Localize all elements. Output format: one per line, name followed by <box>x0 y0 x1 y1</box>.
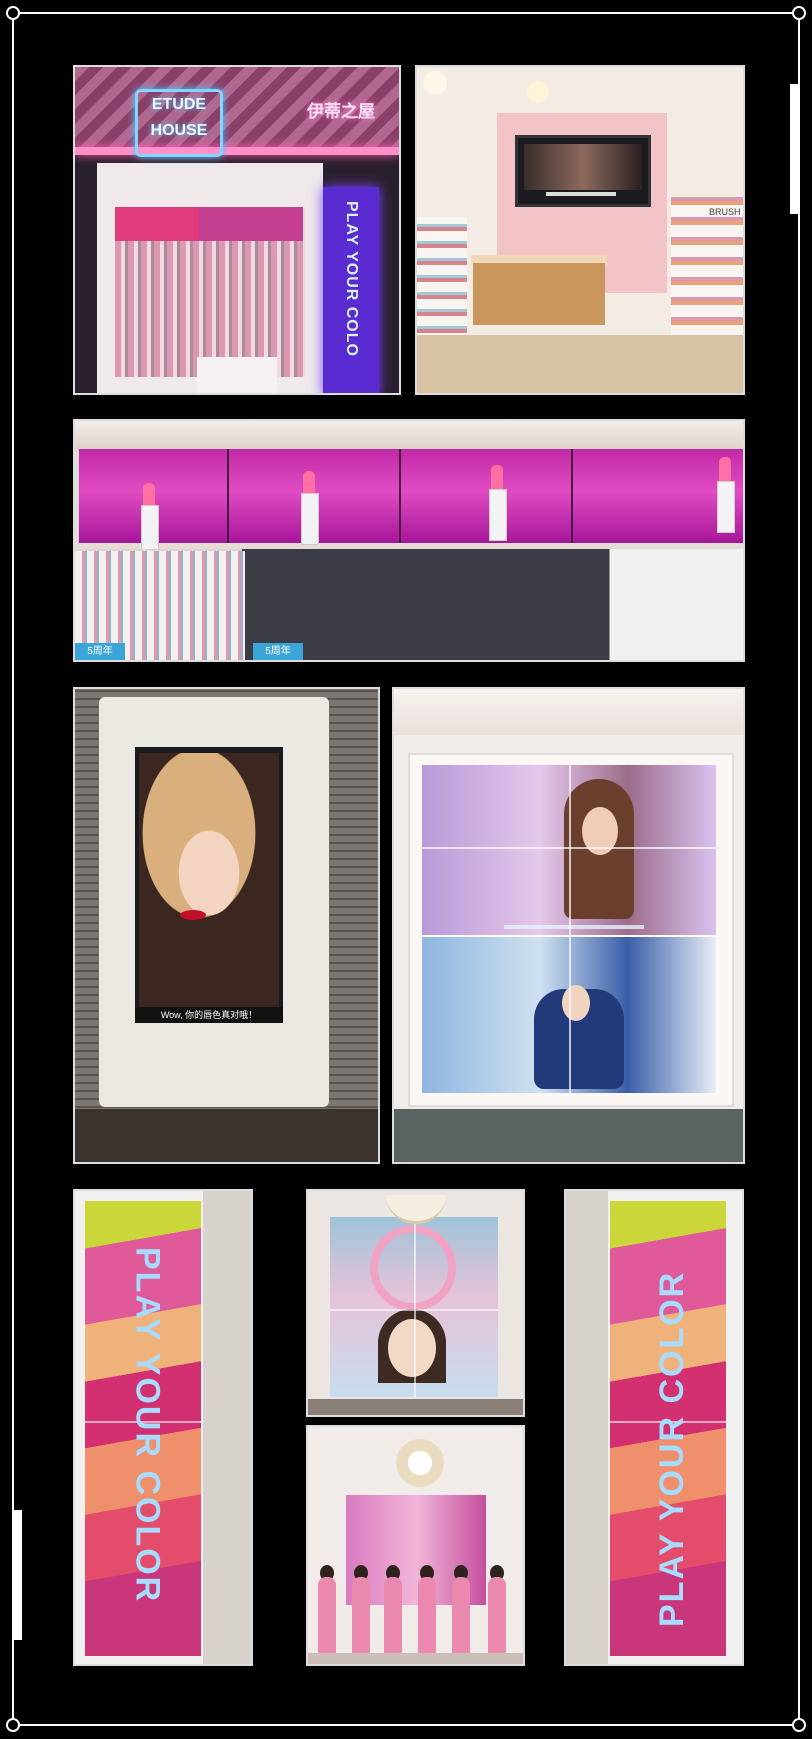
storefront-photo: ETUDE HOUSE 伊蒂之屋 PLAY YOUR COLO <box>73 65 401 395</box>
pendant-lamp <box>527 81 549 103</box>
staff-member-4 <box>418 1577 436 1657</box>
column-text-wrap: PLAY YOUR COLOR <box>652 1247 692 1627</box>
ceiling <box>75 421 743 451</box>
color-column-right-photo: PLAY YOUR COLOR <box>564 1189 744 1666</box>
red-lips <box>180 910 206 920</box>
panel-seam-vertical <box>414 1217 416 1397</box>
play-your-color-text: PLAY YOUR COLOR <box>128 1247 167 1604</box>
staff-member-2 <box>352 1577 370 1657</box>
anniversary-banner-left: 5周年 <box>75 643 125 660</box>
frame-bottom-line <box>18 1724 794 1726</box>
frame-right-line <box>798 18 800 1720</box>
ceiling-lamp <box>423 71 447 95</box>
staff-member-6 <box>488 1577 506 1657</box>
ceiling-trim <box>394 689 743 735</box>
video-wall-2x2-photo <box>392 687 745 1164</box>
column-text-wrap: PLAY YOUR COLOR <box>127 1247 167 1627</box>
etude-house-logo: ETUDE HOUSE <box>135 89 223 157</box>
mall-floor <box>75 1109 378 1162</box>
panel-seam-1 <box>227 449 229 543</box>
store-floor <box>417 335 743 393</box>
staff-member-5 <box>452 1577 470 1657</box>
color-column-left-photo: PLAY YOUR COLOR <box>73 1189 253 1666</box>
panel-seam-2 <box>399 449 401 543</box>
video-subtitle-bar <box>504 925 644 929</box>
corner-dot-bottom-right <box>792 1718 806 1732</box>
lipstick-cap-3 <box>491 465 503 491</box>
lipstick-cap-4 <box>719 457 731 483</box>
play-your-color-text-mirrored: PLAY YOUR COLOR <box>652 1270 691 1627</box>
model-face-bottom <box>562 985 590 1021</box>
shelf-header-left <box>115 207 199 241</box>
corner-dot-top-left <box>6 6 20 20</box>
side-wall <box>203 1191 251 1664</box>
staff-member-1 <box>318 1577 336 1657</box>
tv-screen <box>515 135 651 207</box>
panel-seam-vertical <box>569 765 571 1093</box>
corner-dot-bottom-left <box>6 1718 20 1732</box>
frame-top-line <box>18 12 794 14</box>
portrait-screen-photo: Wow, 你的唇色真对哦！ <box>73 687 380 1164</box>
side-wall <box>566 1191 608 1664</box>
lipstick-video-wall-photo: 5周年 5周年 <box>73 419 745 662</box>
model-face <box>388 1319 436 1377</box>
magenta-video-wall <box>79 449 743 543</box>
corner-dot-top-right <box>792 6 806 20</box>
tv-video-frame <box>524 144 642 190</box>
cushion-compact-ring <box>370 1225 456 1311</box>
chinese-store-sign: 伊蒂之屋 <box>307 102 375 121</box>
store-floor <box>308 1653 523 1664</box>
chandelier-video-wall-photo <box>306 1189 525 1417</box>
side-tab-right <box>790 84 798 214</box>
screen-caption: Wow, 你的唇色真对哦！ <box>135 1007 283 1023</box>
lipstick-body-3 <box>489 489 507 541</box>
lipstick-body-2 <box>301 493 319 545</box>
frame-left-line <box>12 18 14 1720</box>
pillar-text: PLAY YOUR COLO <box>343 201 360 357</box>
panel-seam-horizontal <box>330 1309 498 1311</box>
lipstick-body-4 <box>717 481 735 533</box>
chandelier <box>392 1435 448 1491</box>
roof-neon-edge <box>75 147 399 155</box>
wooden-counter <box>473 263 605 325</box>
pillar-text-wrap: PLAY YOUR COLO <box>323 187 379 393</box>
panel-seam-horizontal-2 <box>422 935 716 937</box>
staff-member-3 <box>384 1577 402 1657</box>
store-floor <box>308 1399 523 1415</box>
staff-event-photo <box>306 1425 525 1666</box>
tv-subtitle-bar <box>546 192 616 196</box>
logo-line-1: ETUDE <box>151 96 207 113</box>
store-counter <box>197 357 277 393</box>
panel-seam-horizontal-1 <box>422 847 716 849</box>
store-floor <box>394 1109 743 1162</box>
panel-seam-3 <box>571 449 573 543</box>
brush-sign: BRUSH <box>709 207 741 217</box>
interior-screen-photo: BRUSH <box>415 65 745 395</box>
logo-line-2: HOUSE <box>150 122 208 139</box>
shelf-header-right <box>199 207 303 241</box>
anniversary-banner-right: 5周年 <box>253 643 303 660</box>
side-tab-left <box>14 1510 22 1640</box>
model-portrait <box>139 753 279 1009</box>
